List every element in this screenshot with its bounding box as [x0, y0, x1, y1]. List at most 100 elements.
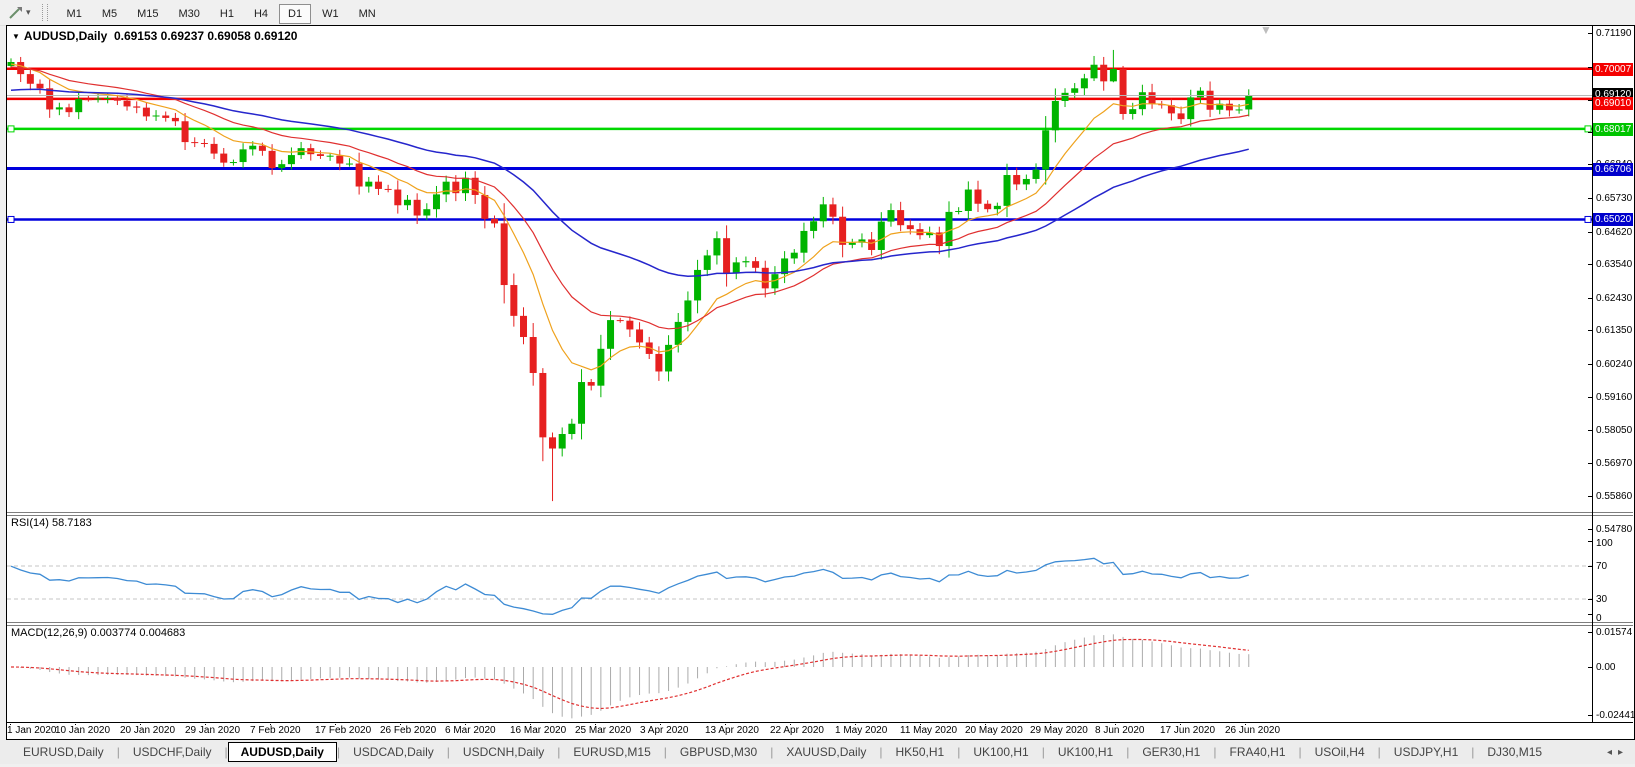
timeframe-button-h4[interactable]: H4	[245, 4, 277, 24]
timeframe-button-d1[interactable]: D1	[279, 3, 312, 24]
date-label: 22 Apr 2020	[770, 725, 824, 736]
rsi-tick-mark	[1588, 614, 1592, 615]
chart-tabs-bar: EURUSD,Daily | USDCHF,Daily | AUDUSD,Daily | U…	[0, 740, 1635, 764]
price-tick-mark	[1588, 396, 1592, 398]
chart-tab-ger30-h1[interactable]: GER30,H1	[1129, 742, 1213, 762]
tabs-scroll-left-icon[interactable]: ◂	[1607, 747, 1618, 758]
price-tick-mark	[1588, 297, 1592, 299]
rsi-pane[interactable]	[7, 516, 1592, 622]
chart-tab-usdjpy-h1[interactable]: USDJPY,H1	[1381, 742, 1471, 762]
hline-price-label[interactable]: 0.68017	[1593, 122, 1633, 136]
chevron-down-icon[interactable]: ▾	[26, 7, 31, 18]
chart-tab-uk100-h1[interactable]: UK100,H1	[1045, 742, 1126, 762]
price-tick-label: 0.64620	[1596, 226, 1633, 238]
timeframe-button-m15[interactable]: M15	[128, 4, 167, 24]
timeframe-button-m5[interactable]: M5	[93, 4, 126, 24]
date-label: 29 May 2020	[1030, 725, 1088, 736]
toolbar-grip[interactable]	[41, 4, 48, 21]
date-label: 3 Apr 2020	[640, 725, 689, 736]
date-label: 10 Jan 2020	[55, 725, 111, 736]
macd-tick-mark	[1588, 667, 1592, 668]
price-tick-label: 0.61350	[1596, 325, 1633, 337]
price-tick-mark	[1588, 231, 1592, 233]
chart-tab-audusd-daily[interactable]: AUDUSD,Daily	[227, 742, 337, 762]
date-label: 1 May 2020	[835, 725, 888, 736]
timeframe-toolbar: ▾ M1 M5 M15 M30 H1 H4 D1 W1 MN	[0, 0, 1635, 26]
price-tick-label: 0.71190	[1596, 28, 1632, 39]
chart-tab-usdcad-daily[interactable]: USDCAD,Daily	[340, 742, 447, 762]
price-tick-mark	[1588, 528, 1592, 530]
chart-tab-usdchf-daily[interactable]: USDCHF,Daily	[120, 742, 225, 762]
hline-price-label[interactable]: 0.65020	[1593, 213, 1633, 227]
timeframe-button-w1[interactable]: W1	[313, 4, 348, 24]
date-label: 6 Mar 2020	[445, 725, 496, 736]
tabs-scroll-right-icon[interactable]: ▸	[1618, 747, 1629, 758]
hline-handle[interactable]	[1584, 215, 1592, 223]
chart-tab-gbpusd-m30[interactable]: GBPUSD,M30	[667, 742, 770, 762]
date-label: 17 Feb 2020	[315, 725, 372, 736]
collapse-arrow-icon[interactable]: ▼	[12, 32, 20, 41]
cursor-tool-glyph	[9, 6, 22, 19]
chart-tab-uk100-h1[interactable]: UK100,H1	[960, 742, 1041, 762]
chart-window: ▼ AUDUSD,Daily 0.69153 0.69237 0.69058 0.…	[6, 23, 1635, 740]
hline-price-label[interactable]: 0.69010	[1593, 96, 1633, 110]
price-axis[interactable]: 0.711900.700800.689700.679200.668400.657…	[1588, 26, 1635, 723]
chart-tab-hk50-h1[interactable]: HK50,H1	[883, 742, 958, 762]
price-tick-label: 0.55860	[1596, 491, 1633, 503]
date-label: 29 Jan 2020	[185, 725, 241, 736]
timeframe-button-mn[interactable]: MN	[350, 4, 385, 24]
chart-tab-eurusd-daily[interactable]: EURUSD,Daily	[10, 742, 117, 762]
date-label: 7 Feb 2020	[250, 725, 301, 736]
price-tick-mark	[1588, 198, 1592, 199]
rsi-tick-label: 100	[1596, 538, 1613, 549]
time-axis-line	[7, 722, 1633, 723]
chart-tab-xauusd-daily[interactable]: XAUUSD,Daily	[773, 742, 879, 762]
price-chart-pane[interactable]	[7, 26, 1592, 512]
chart-title: AUDUSD,Daily	[23, 29, 108, 43]
macd-label: MACD(12,26,9) 0.003774 0.004683	[11, 627, 186, 639]
chart-tab-fra40-h1[interactable]: FRA40,H1	[1216, 742, 1298, 762]
macd-tick-label: 0.00	[1596, 662, 1616, 673]
hline-price-label[interactable]: 0.70007	[1593, 62, 1633, 76]
date-label: 26 Jun 2020	[1225, 725, 1281, 736]
date-label: 20 Jan 2020	[120, 725, 176, 736]
price-tick-mark	[1588, 363, 1592, 365]
terminal-window: ▾ M1 M5 M15 M30 H1 H4 D1 W1 MN ▼ AUDUSD,Daily 0.6…	[0, 0, 1635, 767]
price-tick-label: 0.58050	[1596, 425, 1633, 437]
price-tick-mark	[1588, 33, 1592, 34]
chart-tabs: EURUSD,Daily | USDCHF,Daily | AUDUSD,Daily | U…	[10, 742, 1607, 762]
price-tick-mark	[1588, 330, 1592, 332]
date-label: 1 Jan 2020	[7, 725, 57, 736]
date-label: 8 Jun 2020	[1095, 725, 1145, 736]
price-tick-mark	[1588, 100, 1592, 102]
timeframe-button-h1[interactable]: H1	[211, 4, 243, 24]
rsi-tick-label: 70	[1596, 561, 1608, 572]
chart-tab-usdcnh-daily[interactable]: USDCNH,Daily	[450, 742, 557, 762]
chart-tab-usoil-h4[interactable]: USOil,H4	[1302, 742, 1378, 762]
hline-handle[interactable]	[7, 215, 15, 223]
medium-ma-line[interactable]	[10, 66, 1249, 330]
rsi-tick-mark	[1588, 541, 1592, 542]
hline-price-label[interactable]: 0.66706	[1593, 162, 1633, 176]
timeframe-button-m30[interactable]: M30	[170, 4, 209, 24]
price-tick-mark	[1588, 66, 1592, 68]
macd-pane[interactable]	[7, 626, 1592, 722]
macd-tick-mark	[1588, 632, 1592, 633]
cursor-tool-icon[interactable]	[8, 5, 24, 21]
chart-shift-marker[interactable]: ▼	[1260, 23, 1272, 37]
price-tick-label: 0.62430	[1596, 292, 1633, 304]
time-axis[interactable]: 1 Jan 2020 10 Jan 2020 20 Jan 2020 29 Jan 2…	[7, 724, 1591, 737]
rsi-tick-mark	[1588, 599, 1592, 600]
rsi-label: RSI(14) 58.7183	[11, 517, 92, 529]
price-tick-mark	[1588, 131, 1592, 133]
slow-ma-line[interactable]	[10, 88, 1249, 277]
chart-tab-dj30-m15[interactable]: DJ30,M15	[1474, 742, 1555, 762]
rsi-tick-mark	[1588, 566, 1592, 567]
price-tick-mark	[1588, 264, 1592, 266]
price-tick-label: 0.56970	[1596, 457, 1633, 469]
timeframe-button-m1[interactable]: M1	[58, 4, 91, 24]
chart-tab-eurusd-m15[interactable]: EURUSD,M15	[560, 742, 663, 762]
hline-handle[interactable]	[7, 125, 15, 133]
chart-header: ▼ AUDUSD,Daily 0.69153 0.69237 0.69058 0.…	[12, 29, 297, 43]
date-label: 17 Jun 2020	[1160, 725, 1216, 736]
